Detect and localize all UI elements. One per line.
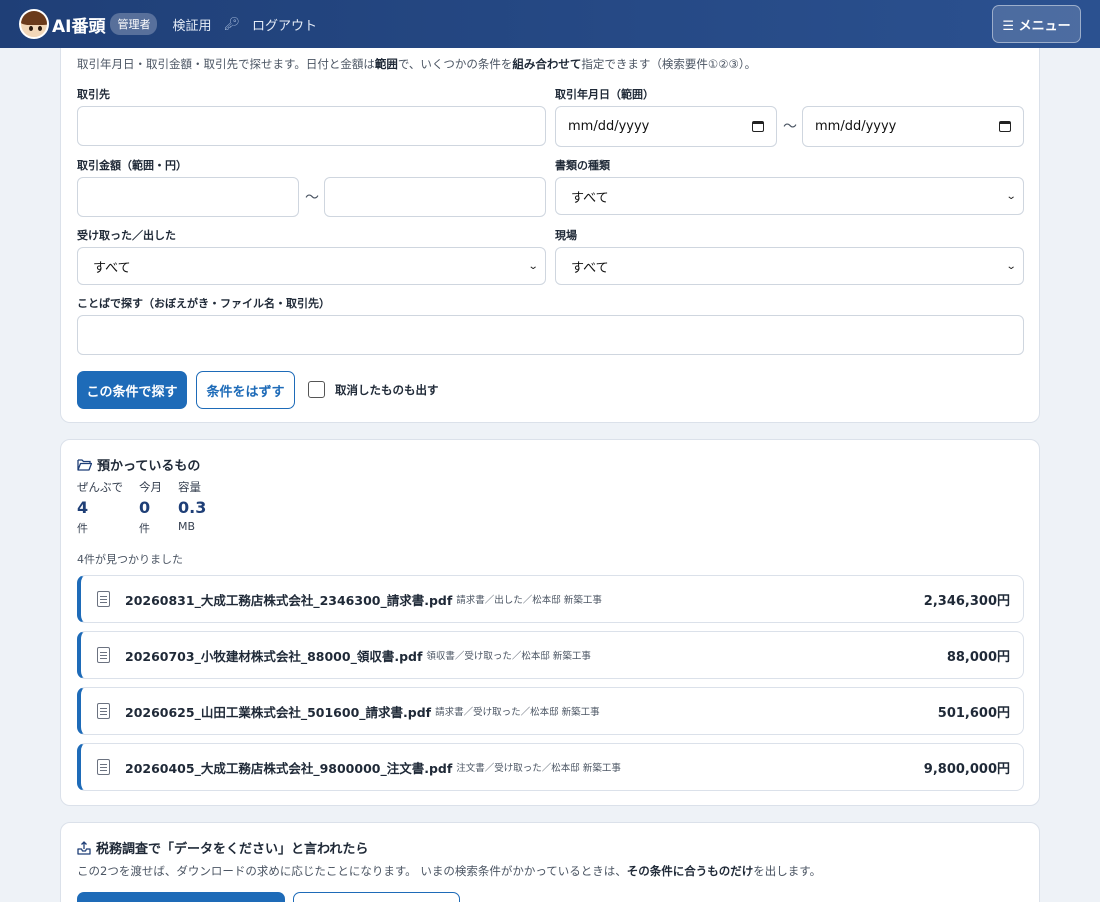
amount-range-separator: ～ (305, 190, 319, 206)
file-row[interactable]: 20260405_大成工務店株式会社_9800000_注文書.pdf 注文書／受… (77, 743, 1024, 791)
keyword-label: ことばで探す（おぼえがき・ファイル名・取引先） (77, 297, 330, 310)
file-amount: 9,800,000円 (923, 761, 1010, 777)
result-count: 4件が見つかりました (77, 553, 183, 566)
stat-unit: MB (178, 520, 196, 533)
partner-input[interactable] (77, 106, 546, 146)
folder-open-icon (77, 459, 92, 471)
stat-unit: 件 (139, 522, 150, 535)
file-row[interactable]: 20260703_小牧建材株式会社_88000_領収書.pdf 領収書／受け取っ… (77, 631, 1024, 679)
document-icon (97, 703, 110, 719)
file-row[interactable]: 20260625_山田工業株式会社_501600_請求書.pdf 請求書／受け取… (77, 687, 1024, 735)
top-navbar: AI番頭 管理者 検証用 🔑︎ ログアウト ☰ メニュー (0, 0, 1100, 48)
avatar-icon[interactable] (19, 9, 49, 39)
logout-link[interactable]: ログアウト (252, 15, 317, 34)
storage-card: 預かっているもの ぜんぶで 4 件 今月 0 件 容量 0.3 MB 4件が見つ… (60, 439, 1040, 806)
clear-conditions-button[interactable]: 条件をはずす (196, 371, 295, 409)
file-amount: 501,600円 (937, 705, 1010, 721)
brand-name[interactable]: AI番頭 (52, 12, 105, 37)
chevron-down-icon: ⌄ (1005, 190, 1017, 202)
document-icon (97, 759, 110, 775)
amount-to-input[interactable] (324, 177, 546, 217)
file-name[interactable]: 20260831_大成工務店株式会社_2346300_請求書.pdf (125, 590, 452, 609)
file-amount: 2,346,300円 (923, 593, 1010, 609)
chevron-down-icon: ⌄ (527, 260, 539, 272)
stat-unit: 件 (77, 522, 88, 535)
include-cancelled-label[interactable]: 取消したものも出す (335, 382, 439, 398)
direction-select[interactable]: すべて ⌄ (77, 247, 546, 285)
stat-value: 0 (139, 498, 151, 517)
file-name[interactable]: 20260703_小牧建材株式会社_88000_領収書.pdf (125, 646, 422, 665)
export-button-primary[interactable] (77, 892, 285, 902)
doctype-select[interactable]: すべて ⌄ (555, 177, 1024, 215)
storage-title: 預かっているもの (77, 455, 200, 474)
date-from-input[interactable]: mm/dd/yyyy (555, 106, 777, 147)
stat-total: ぜんぶで 4 件 (77, 479, 123, 536)
include-cancelled-checkbox[interactable] (308, 381, 325, 398)
stat-capacity: 容量 0.3 MB (178, 479, 206, 533)
menu-button[interactable]: ☰ メニュー (992, 5, 1081, 43)
amount-range-label: 取引金額（範囲・円） (77, 159, 187, 172)
doctype-label: 書類の種類 (555, 159, 610, 172)
stat-label: 今月 (139, 480, 162, 494)
stat-value: 4 (77, 498, 89, 517)
stat-value: 0.3 (178, 498, 207, 517)
site-select[interactable]: すべて ⌄ (555, 247, 1024, 285)
role-badge: 管理者 (110, 13, 158, 35)
file-amount: 88,000円 (946, 649, 1010, 665)
chevron-down-icon: ⌄ (1005, 260, 1017, 272)
document-icon (97, 591, 110, 607)
date-range-separator: ～ (783, 119, 797, 135)
tax-audit-title: 税務調査で「データをください」と言われたら (77, 838, 368, 857)
stat-label: 容量 (178, 480, 201, 494)
document-icon (97, 647, 110, 663)
date-to-input[interactable]: mm/dd/yyyy (802, 106, 1024, 147)
amount-from-input[interactable] (77, 177, 299, 217)
stat-label: ぜんぶで (77, 480, 123, 494)
partner-label: 取引先 (77, 88, 110, 101)
file-name[interactable]: 20260405_大成工務店株式会社_9800000_注文書.pdf (125, 758, 452, 777)
verify-link[interactable]: 検証用 (172, 15, 211, 34)
file-meta: 注文書／受け取った／松本邸 新築工事 (456, 763, 621, 774)
site-label: 現場 (555, 229, 577, 242)
calendar-icon[interactable] (752, 121, 764, 132)
search-intro: 取引年月日・取引金額・取引先で探せます。日付と金額は範囲で、いくつかの条件を組み… (77, 57, 757, 71)
search-card: 取引年月日・取引金額・取引先で探せます。日付と金額は範囲で、いくつかの条件を組み… (60, 30, 1040, 423)
file-row[interactable]: 20260831_大成工務店株式会社_2346300_請求書.pdf 請求書／出… (77, 575, 1024, 623)
file-name[interactable]: 20260625_山田工業株式会社_501600_請求書.pdf (125, 702, 431, 721)
tax-audit-card: 税務調査で「データをください」と言われたら この2つを渡せば、ダウンロードの求め… (60, 822, 1040, 902)
file-meta: 請求書／受け取った／松本邸 新築工事 (435, 707, 600, 718)
keyword-input[interactable] (77, 315, 1024, 355)
file-meta: 請求書／出した／松本邸 新築工事 (456, 595, 602, 606)
stat-this-month: 今月 0 件 (139, 479, 162, 536)
export-button-secondary[interactable] (293, 892, 460, 902)
inbox-upload-icon (77, 840, 91, 855)
date-range-label: 取引年月日（範囲） (555, 88, 654, 101)
calendar-icon[interactable] (999, 121, 1011, 132)
tax-audit-description: この2つを渡せば、ダウンロードの求めに応じたことになります。 いまの検索条件がか… (77, 864, 822, 878)
search-button[interactable]: この条件で探す (77, 371, 187, 409)
direction-label: 受け取った／出した (77, 229, 176, 242)
key-icon: 🔑︎ (223, 16, 241, 32)
file-meta: 領収書／受け取った／松本邸 新築工事 (426, 651, 591, 662)
